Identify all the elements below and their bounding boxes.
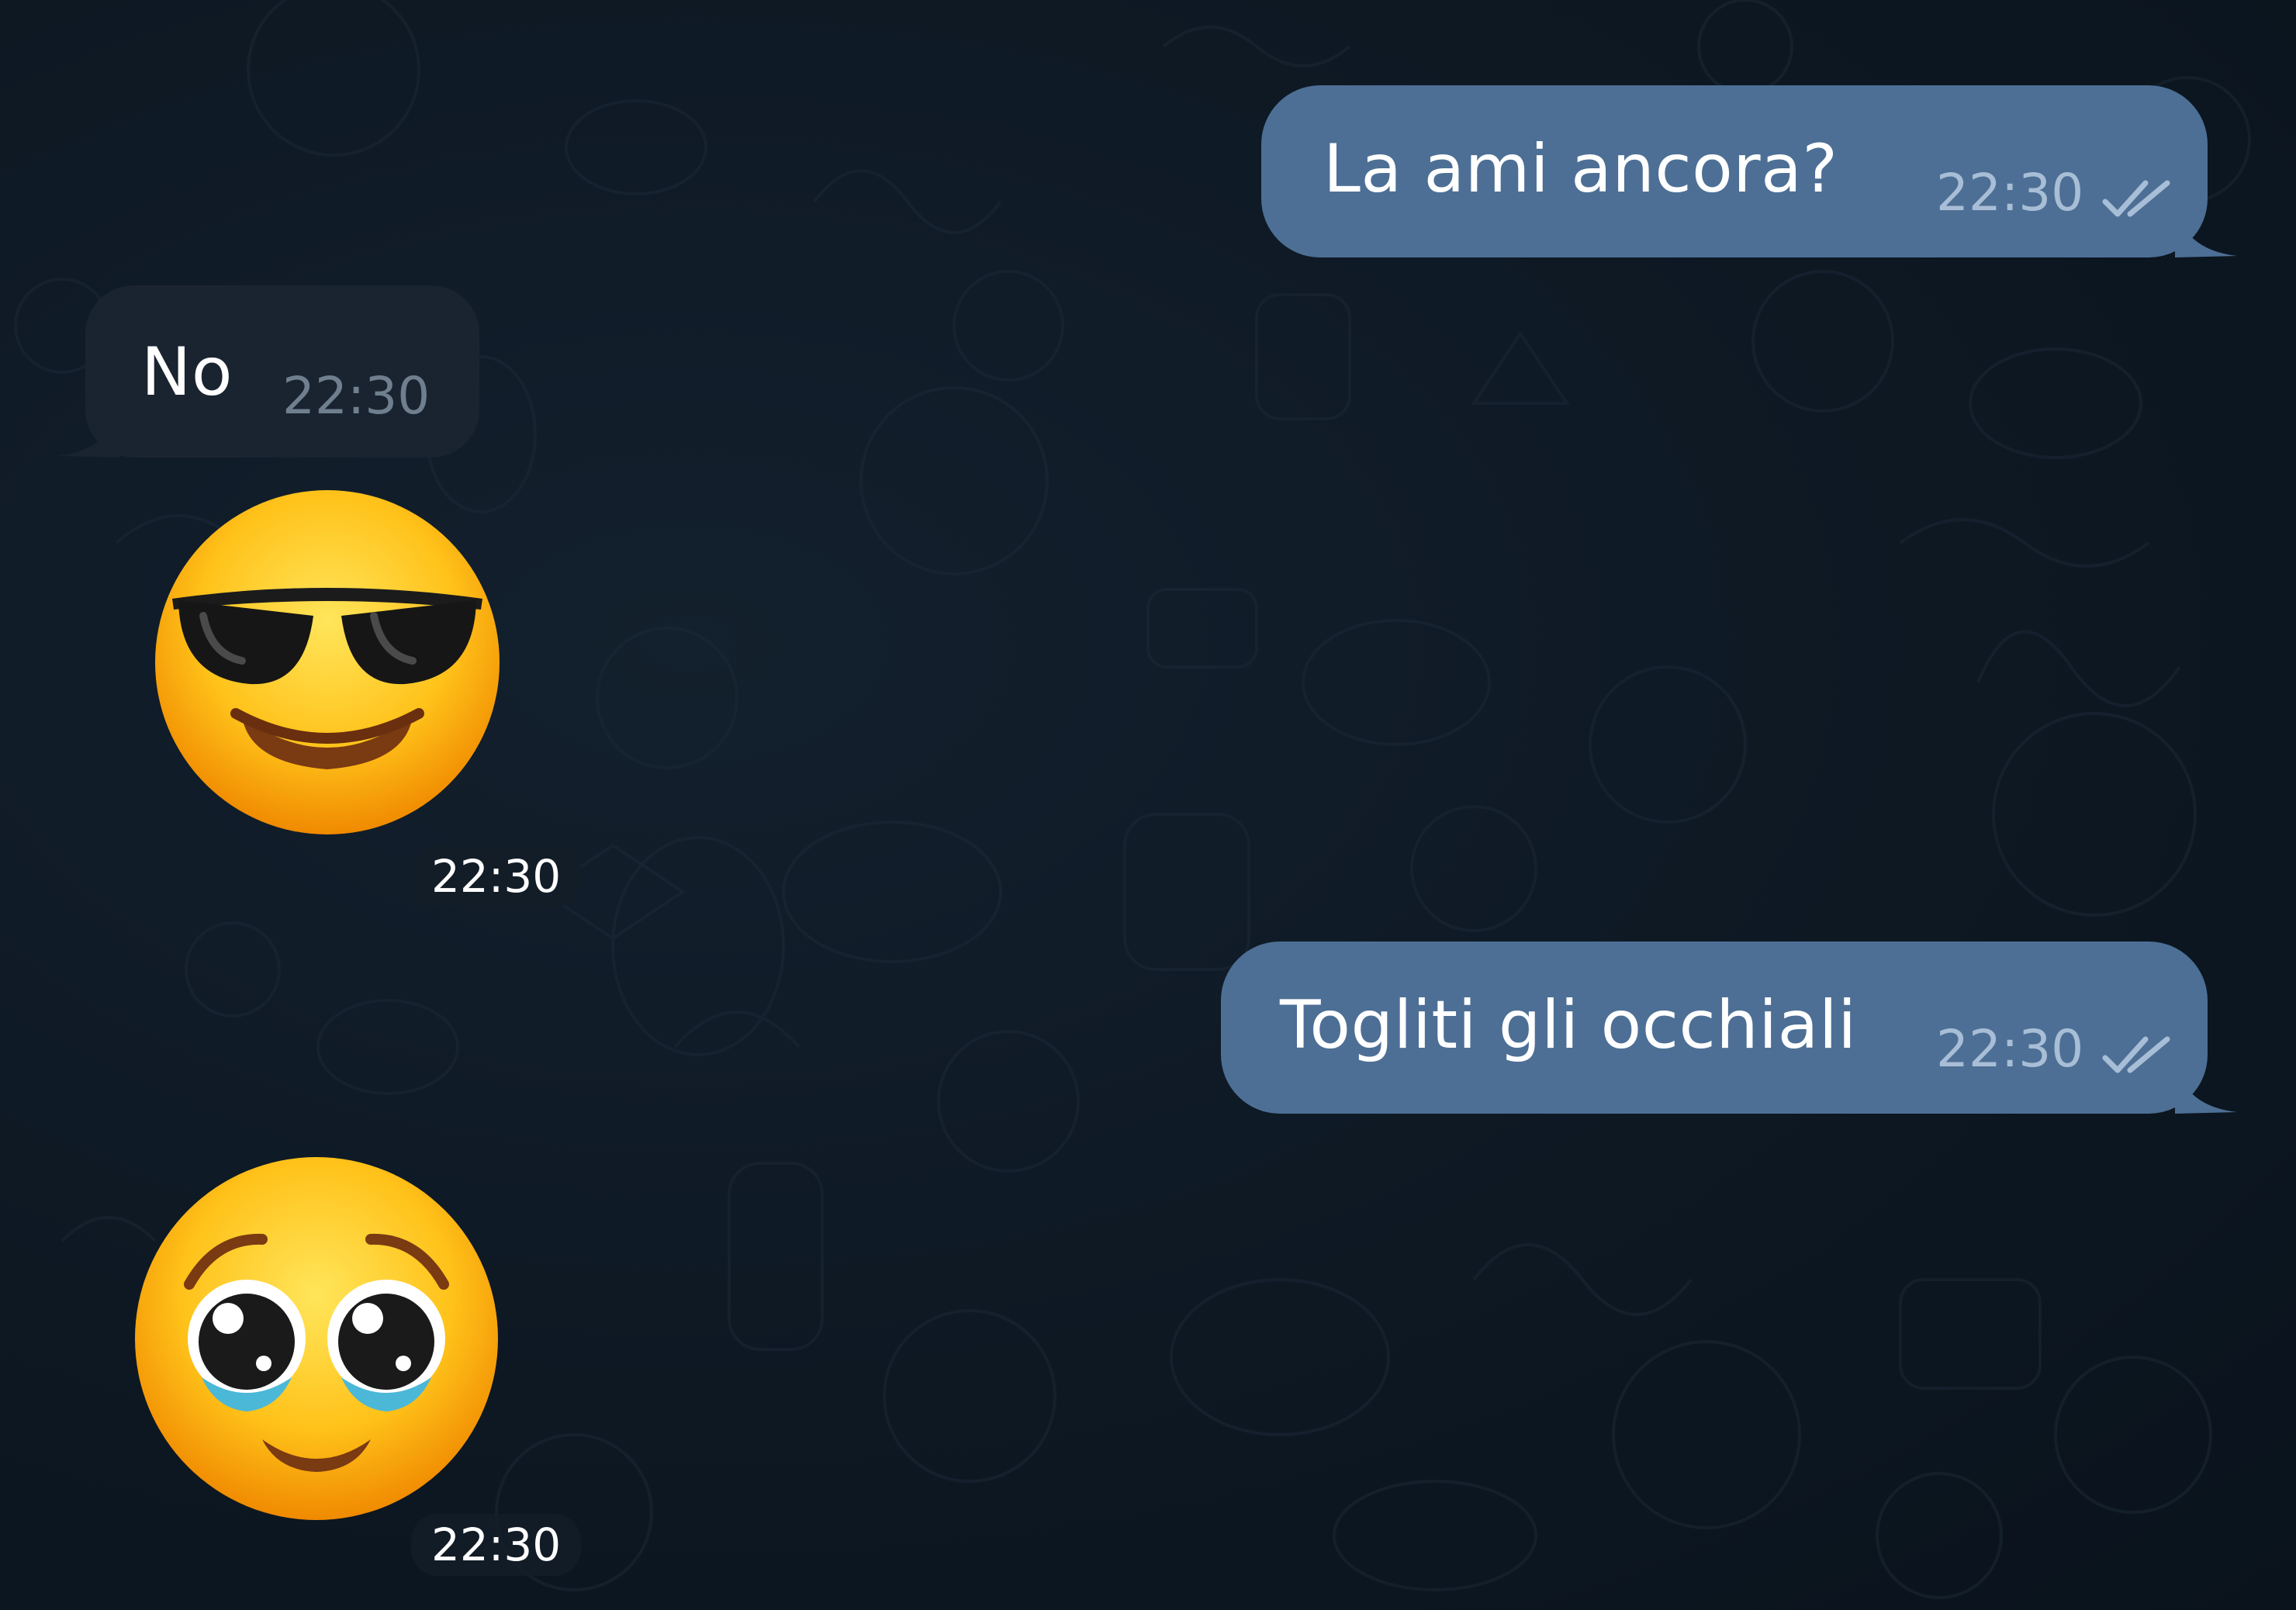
message-time: 22:30: [1936, 1019, 2084, 1079]
outgoing-message[interactable]: Togliti gli occhiali 22:30: [1221, 941, 2237, 1114]
message-time: 22:30: [1936, 163, 2084, 223]
message-text: No: [141, 333, 233, 411]
incoming-message[interactable]: No 22:30: [57, 285, 479, 458]
read-double-check-icon: [2102, 1036, 2170, 1073]
read-double-check-icon: [2102, 180, 2170, 217]
chat-view[interactable]: La ami ancora? 22:30 No 22:30 22:30 Togl…: [0, 0, 2296, 1610]
bubble-tail: [57, 403, 119, 458]
message-text: La ami ancora?: [1323, 130, 1838, 208]
bubble-tail: [2175, 203, 2237, 257]
sticker-time: 22:30: [411, 845, 582, 907]
message-text: Togliti gli occhiali: [1280, 986, 1857, 1064]
outgoing-message[interactable]: La ami ancora? 22:30: [1261, 85, 2237, 257]
sticker-time: 22:30: [411, 1514, 582, 1576]
message-time: 22:30: [282, 366, 430, 426]
smiling-face-with-sunglasses-icon[interactable]: [149, 484, 506, 841]
bubble-tail: [2175, 1059, 2237, 1114]
pleading-face-icon[interactable]: [130, 1152, 503, 1525]
